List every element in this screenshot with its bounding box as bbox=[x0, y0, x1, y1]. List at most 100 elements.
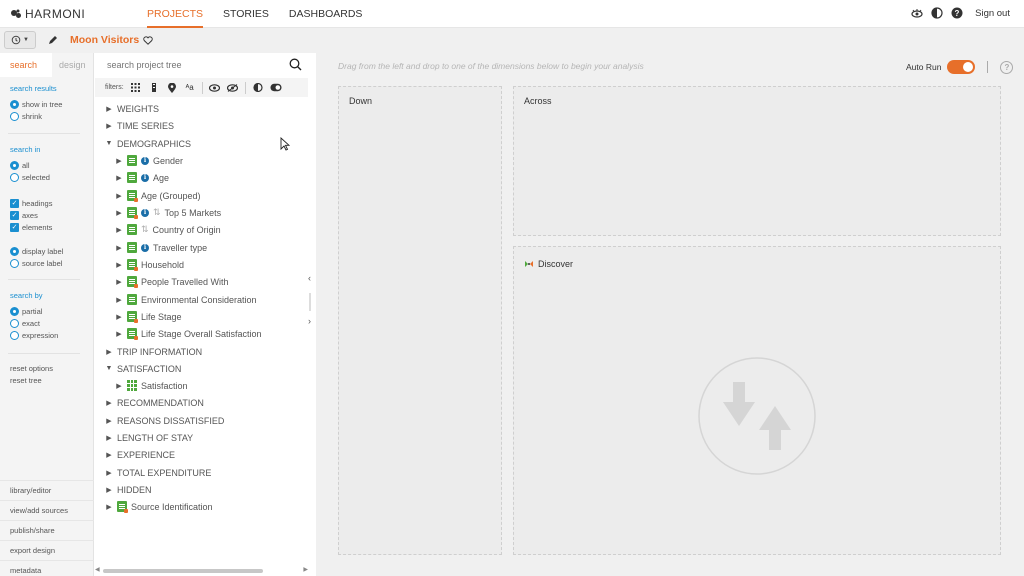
column-filter-icon[interactable] bbox=[148, 82, 160, 94]
discover-panel[interactable]: Discover bbox=[513, 246, 1001, 555]
export-design-link[interactable]: export design bbox=[0, 540, 94, 560]
panel-splitter[interactable]: ‹ › bbox=[305, 53, 316, 576]
expand-right-icon[interactable]: ▶ bbox=[105, 122, 113, 130]
radio-selected[interactable] bbox=[10, 160, 19, 170]
tree-search-input[interactable] bbox=[107, 57, 287, 73]
option-expression[interactable]: expression bbox=[10, 330, 58, 342]
tree-node[interactable]: ▶ REASONS DISSATISFIED bbox=[105, 412, 224, 429]
tree-node[interactable]: ▶ RECOMMENDATION bbox=[105, 394, 204, 411]
expand-right-icon[interactable]: ▶ bbox=[115, 261, 123, 269]
tree-node[interactable]: ▶ Environmental Consideration bbox=[115, 291, 257, 308]
expand-right-icon[interactable]: ▶ bbox=[115, 244, 123, 252]
info-icon[interactable]: i bbox=[141, 156, 149, 165]
harmoni-logo[interactable]: HARMONI bbox=[10, 7, 85, 21]
expand-right-icon[interactable]: ▶ bbox=[105, 434, 113, 442]
splitter-grip[interactable] bbox=[309, 293, 311, 311]
expand-right-icon[interactable]: ▶ bbox=[115, 382, 123, 390]
expand-right-icon[interactable]: ▶ bbox=[115, 226, 123, 234]
tree-node[interactable]: ▶ Life Stage bbox=[115, 308, 182, 325]
tree-node[interactable]: ▼ SATISFACTION bbox=[105, 360, 182, 377]
tree-node[interactable]: ▶ Age (Grouped) bbox=[115, 187, 201, 204]
publish-share-link[interactable]: publish/share bbox=[0, 520, 94, 540]
expand-right-icon[interactable]: ▶ bbox=[115, 330, 123, 338]
nav-tab-projects[interactable]: PROJECTS bbox=[147, 0, 204, 28]
tree-node[interactable]: ▶ Household bbox=[115, 256, 184, 273]
info-icon[interactable]: i bbox=[141, 173, 149, 182]
nav-tab-stories[interactable]: STORIES bbox=[223, 0, 269, 28]
expand-down-icon[interactable]: ▼ bbox=[105, 365, 113, 372]
expand-right-icon[interactable]: ▶ bbox=[105, 399, 113, 407]
radio-selected[interactable] bbox=[10, 99, 19, 109]
expand-right-icon[interactable]: › bbox=[308, 316, 311, 326]
option-headings[interactable]: ✓ headings bbox=[10, 197, 52, 209]
eye-icon[interactable] bbox=[209, 82, 221, 94]
auto-run-toggle[interactable] bbox=[947, 60, 976, 74]
option-show-in-tree[interactable]: show in tree bbox=[10, 98, 62, 110]
tree-node[interactable]: ▶ i Age bbox=[115, 169, 169, 186]
tree-node[interactable]: ▶ ⇅ Country of Origin bbox=[115, 221, 221, 238]
expand-right-icon[interactable]: ▶ bbox=[105, 451, 113, 459]
scrollbar-thumb[interactable] bbox=[103, 569, 263, 573]
tree-node[interactable]: ▼ DEMOGRAPHICS bbox=[105, 135, 191, 152]
expand-right-icon[interactable]: ▶ bbox=[115, 296, 123, 304]
reset-tree-link[interactable]: reset tree bbox=[10, 376, 53, 388]
tree-node[interactable]: ▶ i Traveller type bbox=[115, 239, 207, 256]
history-button[interactable]: ▼ bbox=[4, 31, 36, 49]
option-source-label[interactable]: source label bbox=[10, 257, 63, 269]
down-drop-zone[interactable]: Down bbox=[338, 86, 502, 555]
expand-right-icon[interactable]: ▶ bbox=[115, 313, 123, 321]
tab-design[interactable]: design bbox=[51, 53, 93, 77]
tree-node[interactable]: ▶ i Gender bbox=[115, 152, 183, 169]
tree-node[interactable]: ▶ People Travelled With bbox=[115, 273, 229, 290]
grid-filter-icon[interactable] bbox=[130, 82, 142, 94]
library-editor-link[interactable]: library/editor bbox=[0, 480, 94, 500]
tree-node[interactable]: ▶ Source Identification bbox=[105, 498, 213, 515]
edit-project-button[interactable] bbox=[44, 32, 60, 48]
expand-right-icon[interactable]: ▶ bbox=[105, 503, 113, 511]
tree-node[interactable]: ▶ TOTAL EXPENDITURE bbox=[105, 464, 211, 481]
option-axes[interactable]: ✓ axes bbox=[10, 209, 52, 221]
help-icon[interactable]: ? bbox=[951, 7, 963, 19]
option-all[interactable]: all bbox=[10, 159, 50, 171]
sign-out-link[interactable]: Sign out bbox=[975, 8, 1010, 19]
tree-node[interactable]: ▶ TIME SERIES bbox=[105, 117, 174, 134]
radio-unselected[interactable] bbox=[10, 258, 19, 268]
toggle-pill-icon[interactable] bbox=[270, 82, 282, 94]
contrast-icon[interactable] bbox=[931, 7, 943, 19]
scroll-left-icon[interactable]: ◀ bbox=[95, 566, 100, 573]
nav-tab-dashboards[interactable]: DASHBOARDS bbox=[289, 0, 363, 28]
expand-right-icon[interactable]: ▶ bbox=[105, 348, 113, 356]
tree-node[interactable]: ▶ LENGTH OF STAY bbox=[105, 429, 193, 446]
info-icon[interactable]: i bbox=[141, 208, 149, 217]
expand-right-icon[interactable]: ▶ bbox=[115, 192, 123, 200]
expand-right-icon[interactable]: ▶ bbox=[105, 469, 113, 477]
option-selected[interactable]: selected bbox=[10, 171, 50, 183]
reset-options-link[interactable]: reset options bbox=[10, 364, 53, 376]
search-icon[interactable] bbox=[289, 58, 302, 71]
eye-icon[interactable] bbox=[911, 7, 923, 19]
radio-selected[interactable] bbox=[10, 246, 19, 256]
expand-down-icon[interactable]: ▼ bbox=[105, 140, 113, 147]
tree-node[interactable]: ▶ EXPERIENCE bbox=[105, 446, 175, 463]
radio-selected[interactable] bbox=[10, 306, 19, 316]
across-drop-zone[interactable]: Across bbox=[513, 86, 1001, 236]
checkbox-checked[interactable]: ✓ bbox=[10, 198, 19, 208]
help-icon[interactable]: ? bbox=[1000, 60, 1014, 74]
info-icon[interactable]: i bbox=[141, 243, 149, 252]
text-filter-icon[interactable]: ᴬa bbox=[184, 82, 196, 94]
option-exact[interactable]: exact bbox=[10, 317, 58, 329]
tree-node[interactable]: ▶ Life Stage Overall Satisfaction bbox=[115, 325, 262, 342]
tree-node[interactable]: ▶ HIDDEN bbox=[105, 481, 151, 498]
metadata-link[interactable]: metadata bbox=[0, 560, 94, 576]
expand-right-icon[interactable]: ▶ bbox=[115, 278, 123, 286]
expand-right-icon[interactable]: ▶ bbox=[115, 174, 123, 182]
view-add-sources-link[interactable]: view/add sources bbox=[0, 500, 94, 520]
tree-node[interactable]: ▶ WEIGHTS bbox=[105, 100, 159, 117]
eye-hidden-icon[interactable] bbox=[227, 82, 239, 94]
radio-unselected[interactable] bbox=[10, 111, 19, 121]
radio-unselected[interactable] bbox=[10, 331, 19, 341]
radio-unselected[interactable] bbox=[10, 318, 19, 328]
option-elements[interactable]: ✓ elements bbox=[10, 222, 52, 234]
expand-right-icon[interactable]: ▶ bbox=[105, 486, 113, 494]
option-partial[interactable]: partial bbox=[10, 305, 58, 317]
